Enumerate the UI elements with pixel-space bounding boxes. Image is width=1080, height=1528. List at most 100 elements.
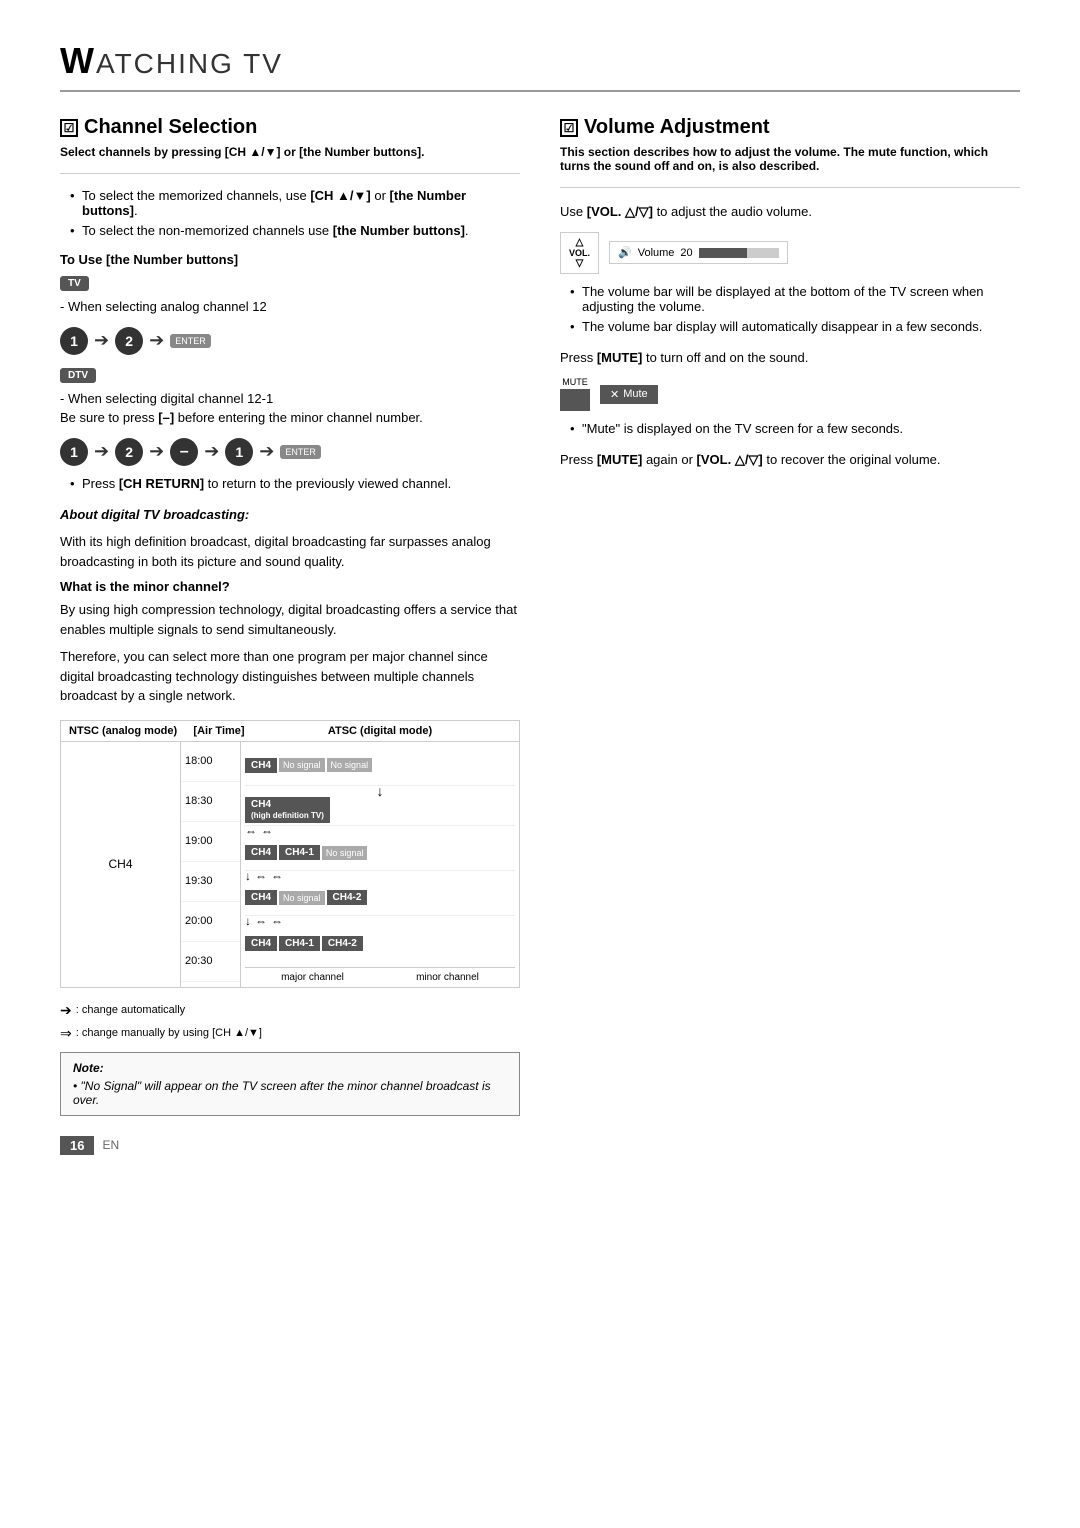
press-mute-text: Press [MUTE] to turn off and on the soun…	[560, 348, 1020, 368]
airtime-label: [Air Time]	[189, 725, 249, 737]
step-d-arrow-4: ➔	[259, 441, 274, 462]
ch4-2-block: CH4-2	[327, 890, 368, 905]
minor-channel-label: minor channel	[416, 972, 479, 983]
step-d1-circle: 1	[60, 438, 88, 466]
note-body: • "No Signal" will appear on the TV scre…	[73, 1079, 507, 1107]
chart-arrows-row: ⇔ ⇔	[245, 826, 515, 836]
volume-subtitle: This section describes how to adjust the…	[560, 145, 1020, 173]
return-list: Press [CH RETURN] to return to the previ…	[60, 476, 520, 491]
enter-button-2: ENTER	[280, 445, 321, 459]
vol-bar-fill	[699, 248, 747, 258]
use-vol-text: Use [VOL. △/▽] to adjust the audio volum…	[560, 202, 1020, 222]
note-title: Note:	[73, 1061, 507, 1075]
ch4-1-block-2: CH4-1	[279, 936, 320, 951]
chart-bottom-labels: major channel minor channel	[245, 967, 515, 983]
ch4-1-block: CH4-1	[279, 845, 320, 860]
dtv-badge: DTV	[60, 368, 96, 383]
time-2030: 20:30	[181, 942, 240, 982]
legend-2: ⇒ : change manually by using [CH ▲/▼]	[60, 1025, 262, 1042]
mute-note: "Mute" is displayed on the TV screen for…	[570, 421, 1020, 436]
step-arrow-2: ➔	[149, 330, 164, 351]
vol-bullet-1: The volume bar will be displayed at the …	[570, 284, 1020, 314]
channel-chart: NTSC (analog mode) [Air Time] ATSC (digi…	[60, 720, 520, 988]
x-icon: ✕	[610, 388, 619, 401]
channel-bullet-2: To select the non-memorized channels use…	[70, 223, 520, 238]
vol-bar-display: 🔊 Volume 20	[609, 241, 788, 264]
mute-screen-label: Mute	[623, 388, 647, 400]
number-buttons-title: To Use [the Number buttons]	[60, 252, 520, 267]
mute-screen: ✕ Mute	[600, 385, 658, 404]
vol-bullets: The volume bar will be displayed at the …	[560, 284, 1020, 334]
step-1-circle: 1	[60, 327, 88, 355]
legend-1: ➔ : change automatically	[60, 1002, 185, 1019]
channel-selection-label: Channel Selection	[84, 116, 257, 139]
page-number: 16	[60, 1136, 94, 1155]
recover-note: Press [MUTE] again or [VOL. △/▽] to reco…	[560, 450, 1020, 470]
arrow-lr-6: ⇔	[271, 914, 283, 928]
solid-arrow-icon: ➔	[60, 1002, 72, 1019]
channel-bullet-1: To select the memorized channels, use [C…	[70, 188, 520, 218]
about-title: About digital TV broadcasting:	[60, 505, 520, 525]
vol-button-box: △ VOL. ▽	[560, 232, 599, 274]
main-content: ☑ Channel Selection Select channels by p…	[60, 116, 1020, 1116]
chart-row-1930: CH4 No signal CH4-2	[245, 881, 515, 916]
checkbox-icon: ☑	[60, 119, 78, 137]
no-signal-3: No signal	[322, 846, 368, 860]
minor-title: What is the minor channel?	[60, 579, 520, 594]
major-channel-label: major channel	[281, 972, 344, 983]
ch4-block-4: CH4	[245, 890, 277, 905]
arrow-lr-3: ⇔	[255, 869, 267, 883]
arrow-lr-4: ⇔	[271, 869, 283, 883]
legend-2-text: : change manually by using [CH ▲/▼]	[76, 1027, 262, 1039]
ch4-block-1: CH4	[245, 758, 277, 773]
chart-body: CH4 18:00 18:30 19:00 19:30 20:00 20:30 …	[61, 742, 519, 987]
legend-row-2: ⇒ : change manually by using [CH ▲/▼]	[60, 1025, 520, 1042]
enter-button: ENTER	[170, 334, 211, 348]
arrow-lr-5: ⇔	[255, 914, 267, 928]
chart-row-1900: CH4 CH4-1 No signal	[245, 836, 515, 871]
return-note: Press [CH RETURN] to return to the previ…	[70, 476, 520, 491]
legend-1-text: : change automatically	[76, 1004, 185, 1016]
tv-badge: TV	[60, 276, 89, 291]
time-1900: 19:00	[181, 822, 240, 862]
minor-body1: By using high compression technology, di…	[60, 600, 520, 639]
channel-bullet-list: To select the memorized channels, use [C…	[60, 188, 520, 238]
chart-row-1800: CH4 No signal No signal	[245, 746, 515, 786]
atsc-label: ATSC (digital mode)	[249, 725, 511, 737]
time-1930: 19:30	[181, 862, 240, 902]
chart-arrows-row3: ↓ ⇔ ⇔	[245, 916, 515, 926]
digital-label: - When selecting digital channel 12-1 Be…	[60, 389, 520, 428]
page-header: WATCHING TV	[60, 40, 1020, 92]
mute-display: MUTE ✕ Mute	[560, 377, 1020, 411]
title-w: W	[60, 40, 96, 81]
vol-display: △ VOL. ▽ 🔊 Volume 20	[560, 232, 1020, 274]
step-arrow-1: ➔	[94, 330, 109, 351]
ch4-block-3: CH4	[245, 845, 277, 860]
time-1830: 18:30	[181, 782, 240, 822]
left-column: ☑ Channel Selection Select channels by p…	[60, 116, 520, 1116]
vol-bar	[699, 248, 779, 258]
volume-adjustment-label: Volume Adjustment	[584, 116, 770, 139]
mute-button-box	[560, 389, 590, 411]
time-1800: 18:00	[181, 742, 240, 782]
step-dash-circle: –	[170, 438, 198, 466]
vol-bullet-2: The volume bar display will automaticall…	[570, 319, 1020, 334]
note-box: Note: • "No Signal" will appear on the T…	[60, 1052, 520, 1116]
about-body: With its high definition broadcast, digi…	[60, 532, 520, 571]
ch4-block-5: CH4	[245, 936, 277, 951]
chart-header: NTSC (analog mode) [Air Time] ATSC (digi…	[61, 721, 519, 742]
checkbox-icon-2: ☑	[560, 119, 578, 137]
legend-row: ➔ : change automatically	[60, 1002, 520, 1019]
outline-arrow-icon: ⇒	[60, 1025, 72, 1042]
title-rest: ATCHING TV	[96, 48, 283, 79]
no-signal-4: No signal	[279, 891, 325, 905]
analog-step-row: 1 ➔ 2 ➔ ENTER	[60, 327, 520, 355]
volume-adjustment-title: ☑ Volume Adjustment	[560, 116, 1020, 139]
no-signal-1: No signal	[279, 758, 325, 772]
chart-arrow-1: ↓	[245, 786, 515, 796]
chart-times: 18:00 18:30 19:00 19:30 20:00 20:30	[181, 742, 241, 987]
chart-arrows-row2: ↓ ⇔ ⇔	[245, 871, 515, 881]
down-arrow-1: ↓	[377, 783, 384, 799]
mute-button-area: MUTE	[560, 377, 590, 411]
minor-body2: Therefore, you can select more than one …	[60, 647, 520, 706]
